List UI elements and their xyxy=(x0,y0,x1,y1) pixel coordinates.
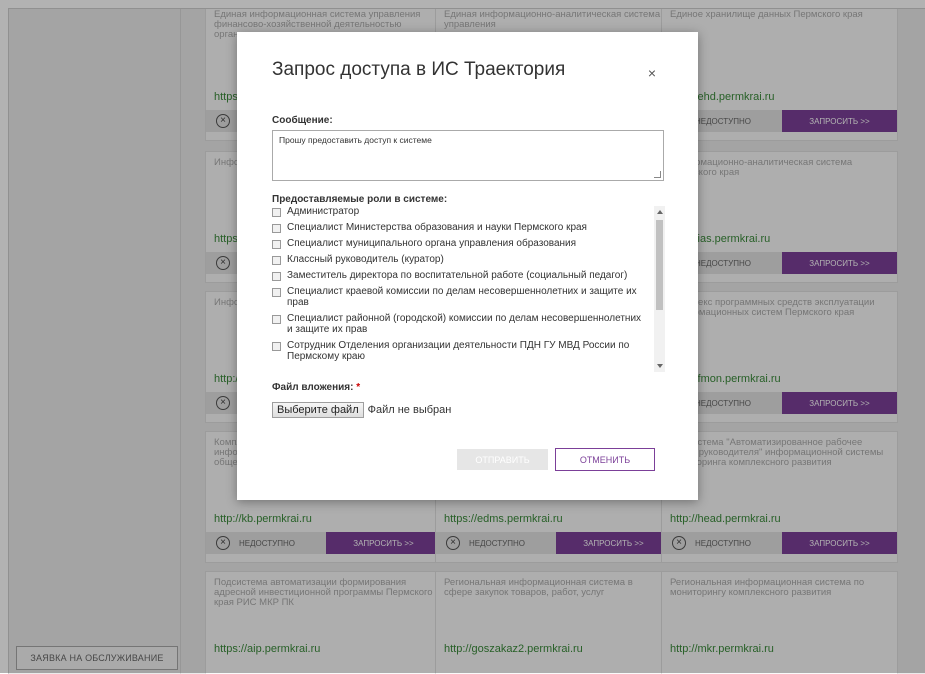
file-status: Файл не выбран xyxy=(367,404,452,416)
role-label: Специалист краевой комиссии по делам нес… xyxy=(287,286,637,308)
role-option[interactable]: Специалист муниципального органа управле… xyxy=(272,238,665,249)
resize-grip-icon[interactable] xyxy=(654,171,661,178)
role-label: Администратор xyxy=(287,206,360,217)
scroll-thumb[interactable] xyxy=(656,220,663,310)
cancel-button[interactable]: ОТМЕНИТЬ xyxy=(555,448,655,471)
role-checkbox[interactable] xyxy=(272,342,281,351)
role-option[interactable]: Специалист Министерства образования и на… xyxy=(272,222,665,233)
file-label: Файл вложения: xyxy=(272,382,354,393)
message-textarea[interactable]: Прошу предоставить доступ к системе xyxy=(272,130,664,181)
role-checkbox[interactable] xyxy=(272,315,281,324)
send-button[interactable]: ОТПРАВИТЬ xyxy=(457,449,548,470)
modal-title: Запрос доступа в ИС Траектория xyxy=(272,59,566,80)
role-checkbox[interactable] xyxy=(272,208,281,217)
role-checkbox[interactable] xyxy=(272,240,281,249)
roles-list: Администратор Специалист Министерства обр… xyxy=(272,206,665,372)
role-label: Специалист Министерства образования и на… xyxy=(287,222,587,233)
message-text[interactable]: Прошу предоставить доступ к системе xyxy=(279,135,432,145)
close-icon[interactable]: × xyxy=(648,65,656,81)
roles-scrollbar[interactable] xyxy=(654,206,665,372)
role-option[interactable]: Специалист районной (городской) комиссии… xyxy=(272,313,665,335)
role-option[interactable]: Сотрудник Отделения организации деятельн… xyxy=(272,340,665,362)
role-label: Заместитель директора по воспитательной … xyxy=(287,270,628,281)
role-checkbox[interactable] xyxy=(272,224,281,233)
role-label: Специалист районной (городской) комиссии… xyxy=(287,313,642,335)
role-option[interactable]: Классный руководитель (куратор) xyxy=(272,254,665,265)
role-checkbox[interactable] xyxy=(272,256,281,265)
role-checkbox[interactable] xyxy=(272,288,281,297)
roles-label: Предоставляемые роли в системе: xyxy=(272,194,448,205)
role-option[interactable]: Специалист краевой комиссии по делам нес… xyxy=(272,286,665,308)
role-option[interactable]: Администратор xyxy=(272,206,665,217)
role-checkbox[interactable] xyxy=(272,272,281,281)
file-picker: Выберите файл Файл не выбран xyxy=(272,402,451,418)
scroll-up-icon[interactable] xyxy=(657,210,663,214)
role-label: Сотрудник Отделения организации деятельн… xyxy=(287,340,630,362)
access-request-modal: Запрос доступа в ИС Траектория × Сообщен… xyxy=(237,32,698,500)
message-label: Сообщение: xyxy=(272,115,333,126)
choose-file-button[interactable]: Выберите файл xyxy=(272,402,364,418)
required-marker: * xyxy=(356,382,361,393)
role-label: Специалист муниципального органа управле… xyxy=(287,238,577,249)
role-option[interactable]: Заместитель директора по воспитательной … xyxy=(272,270,665,281)
scroll-down-icon[interactable] xyxy=(657,364,663,368)
file-label-row: Файл вложения: * xyxy=(272,382,360,393)
role-label: Классный руководитель (куратор) xyxy=(287,254,444,265)
